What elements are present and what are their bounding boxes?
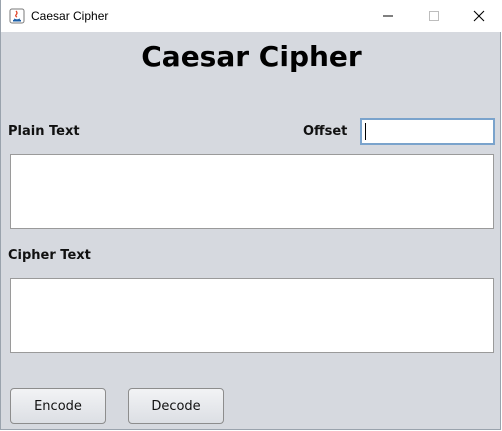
java-app-icon	[9, 8, 25, 24]
text-caret	[365, 123, 366, 140]
maximize-icon	[429, 11, 439, 21]
minimize-button[interactable]	[365, 0, 411, 32]
offset-field[interactable]	[360, 118, 495, 145]
close-icon	[473, 10, 485, 22]
decode-button-label: Decode	[151, 398, 201, 414]
title-bar[interactable]: Caesar Cipher	[1, 0, 502, 32]
close-button[interactable]	[456, 0, 502, 32]
maximize-button[interactable]	[411, 0, 457, 32]
cipher-text-area[interactable]	[10, 278, 494, 353]
app-window: Caesar Cipher Caesar Cipher Plain Text O…	[0, 0, 502, 430]
plain-text-label: Plain Text	[8, 124, 80, 139]
page-title: Caesar Cipher	[141, 40, 362, 73]
encode-button-label: Encode	[34, 398, 82, 414]
minimize-icon	[383, 15, 393, 17]
encode-button[interactable]: Encode	[10, 388, 106, 424]
offset-label: Offset	[303, 124, 348, 139]
cipher-text-label: Cipher Text	[8, 248, 91, 263]
window-title: Caesar Cipher	[31, 9, 109, 23]
plain-text-area[interactable]	[10, 154, 494, 229]
decode-button[interactable]: Decode	[128, 388, 224, 424]
